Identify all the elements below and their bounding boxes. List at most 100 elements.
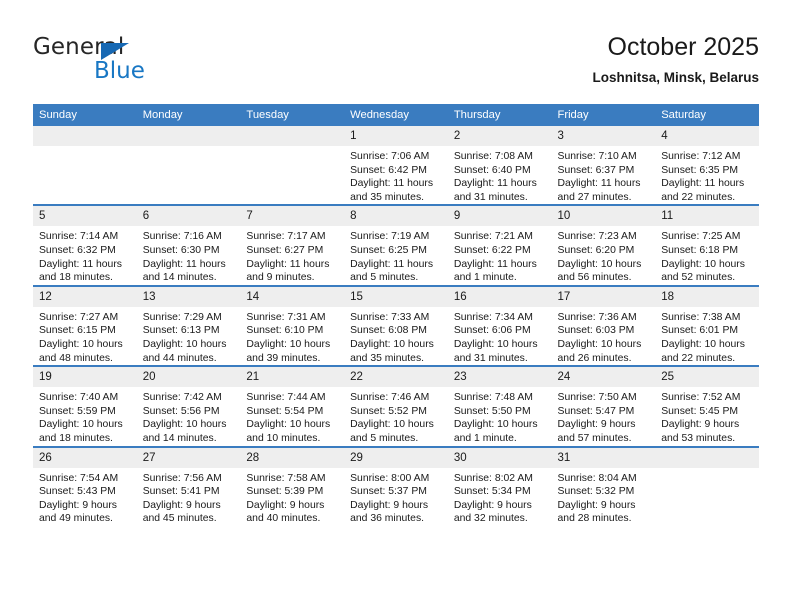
day-details: Sunrise: 7:46 AM Sunset: 5:52 PM Daylight:… bbox=[344, 387, 448, 445]
calendar-day-cell[interactable]: 9 Sunrise: 7:21 AM Sunset: 6:22 PM Daylight… bbox=[447, 204, 552, 286]
daylight-text-line2: and 44 minutes. bbox=[142, 352, 217, 364]
sunrise-text: Sunrise: 7:42 AM bbox=[142, 392, 222, 404]
day-cell-inner: 5 Sunrise: 7:14 AM Sunset: 6:32 PM Daylight… bbox=[33, 206, 137, 284]
calendar-day-cell[interactable]: 17 Sunrise: 7:36 AM Sunset: 6:03 PM Dayligh… bbox=[551, 284, 656, 367]
calendar-day-cell[interactable]: 13 Sunrise: 7:29 AM Sunset: 6:13 PM Dayligh… bbox=[136, 284, 241, 367]
sunrise-text: Sunrise: 8:00 AM bbox=[350, 472, 430, 484]
calendar-day-cell[interactable]: 25 Sunrise: 7:52 AM Sunset: 5:45 PM Dayligh… bbox=[655, 365, 759, 447]
day-details: Sunrise: 7:16 AM Sunset: 6:30 PM Daylight:… bbox=[137, 226, 241, 284]
sunrise-text: Sunrise: 7:34 AM bbox=[453, 311, 533, 323]
sunset-text: Sunset: 5:43 PM bbox=[39, 486, 116, 498]
day-cell-inner: 15 Sunrise: 7:33 AM Sunset: 6:08 PM Dayligh… bbox=[344, 286, 448, 365]
day-details: Sunrise: 7:48 AM Sunset: 5:50 PM Daylight:… bbox=[448, 387, 552, 445]
daylight-text-line2: and 31 minutes. bbox=[453, 191, 528, 203]
sunrise-text: Sunrise: 7:25 AM bbox=[661, 231, 741, 243]
general-blue-logo: General Blue bbox=[33, 34, 213, 88]
sunset-text: Sunset: 5:56 PM bbox=[142, 405, 220, 417]
sunrise-text: Sunrise: 7:54 AM bbox=[39, 472, 119, 484]
calendar-day-cell[interactable]: 2 Sunrise: 7:08 AM Sunset: 6:40 PM Daylight… bbox=[447, 126, 552, 206]
calendar-day-cell[interactable]: 16 Sunrise: 7:34 AM Sunset: 6:06 PM Dayligh… bbox=[447, 284, 552, 367]
sunrise-text: Sunrise: 7:48 AM bbox=[453, 392, 533, 404]
calendar-day-cell[interactable]: 5 Sunrise: 7:14 AM Sunset: 6:32 PM Daylight… bbox=[33, 204, 137, 286]
day-cell-inner: 31 Sunrise: 8:04 AM Sunset: 5:32 PM Dayligh… bbox=[551, 447, 656, 526]
calendar-day-cell[interactable]: 24 Sunrise: 7:50 AM Sunset: 5:47 PM Dayligh… bbox=[551, 365, 656, 447]
calendar-day-cell[interactable]: 27 Sunrise: 7:56 AM Sunset: 5:41 PM Dayligh… bbox=[136, 445, 241, 526]
daylight-text-line2: and 36 minutes. bbox=[350, 513, 425, 525]
calendar-day-cell[interactable]: 18 Sunrise: 7:38 AM Sunset: 6:01 PM Dayligh… bbox=[655, 284, 759, 367]
day-details: Sunrise: 7:44 AM Sunset: 5:54 PM Daylight:… bbox=[240, 387, 344, 445]
calendar-day-cell[interactable]: 29 Sunrise: 8:00 AM Sunset: 5:37 PM Dayligh… bbox=[344, 445, 448, 526]
calendar-week-row: 12 Sunrise: 7:27 AM Sunset: 6:15 PM Dayligh… bbox=[33, 284, 759, 367]
calendar-day-cell[interactable]: 1 Sunrise: 7:06 AM Sunset: 6:42 PM Daylight… bbox=[344, 126, 448, 206]
day-details: Sunrise: 7:21 AM Sunset: 6:22 PM Daylight:… bbox=[448, 226, 552, 284]
daylight-text-line1: Daylight: 10 hours bbox=[39, 338, 123, 350]
calendar-day-cell[interactable]: 6 Sunrise: 7:16 AM Sunset: 6:30 PM Daylight… bbox=[136, 204, 241, 286]
calendar-day-cell[interactable]: 12 Sunrise: 7:27 AM Sunset: 6:15 PM Dayligh… bbox=[33, 284, 137, 367]
sunset-text: Sunset: 6:42 PM bbox=[350, 164, 427, 176]
calendar-day-cell[interactable]: 31 Sunrise: 8:04 AM Sunset: 5:32 PM Dayligh… bbox=[551, 445, 656, 526]
calendar-week-row: 1 Sunrise: 7:06 AM Sunset: 6:42 PM Daylight… bbox=[33, 126, 759, 206]
day-cell-inner: 19 Sunrise: 7:40 AM Sunset: 5:59 PM Dayligh… bbox=[33, 367, 137, 445]
calendar-day-cell[interactable]: 20 Sunrise: 7:42 AM Sunset: 5:56 PM Dayligh… bbox=[136, 365, 241, 447]
day-details: Sunrise: 7:10 AM Sunset: 6:37 PM Daylight:… bbox=[552, 146, 656, 204]
calendar-day-cell[interactable]: 19 Sunrise: 7:40 AM Sunset: 5:59 PM Dayligh… bbox=[33, 365, 137, 447]
daylight-text-line1: Daylight: 10 hours bbox=[661, 258, 745, 270]
day-number bbox=[655, 447, 759, 468]
day-cell-inner: 22 Sunrise: 7:46 AM Sunset: 5:52 PM Dayligh… bbox=[344, 367, 448, 445]
calendar-day-cell[interactable]: 30 Sunrise: 8:02 AM Sunset: 5:34 PM Dayligh… bbox=[447, 445, 552, 526]
sunset-text: Sunset: 5:32 PM bbox=[557, 486, 635, 498]
sunset-text: Sunset: 6:08 PM bbox=[350, 325, 427, 337]
page-subtitle-location: Loshnitsa, Minsk, Belarus bbox=[592, 70, 759, 85]
sunrise-sunset-calendar: Sunday Monday Tuesday Wednesday Thursday… bbox=[33, 104, 759, 526]
day-cell-inner: 10 Sunrise: 7:23 AM Sunset: 6:20 PM Dayligh… bbox=[551, 206, 656, 284]
day-number: 5 bbox=[33, 206, 137, 227]
calendar-day-cell-empty bbox=[136, 126, 241, 206]
calendar-day-cell[interactable]: 4 Sunrise: 7:12 AM Sunset: 6:35 PM Daylight… bbox=[655, 126, 759, 206]
day-details: Sunrise: 7:19 AM Sunset: 6:25 PM Daylight:… bbox=[344, 226, 448, 284]
daylight-text-line2: and 56 minutes. bbox=[557, 272, 632, 284]
day-details: Sunrise: 7:34 AM Sunset: 6:06 PM Daylight:… bbox=[448, 307, 552, 365]
day-cell-inner bbox=[33, 126, 137, 204]
day-number: 19 bbox=[33, 367, 137, 388]
calendar-day-cell[interactable]: 8 Sunrise: 7:19 AM Sunset: 6:25 PM Daylight… bbox=[344, 204, 448, 286]
day-number: 6 bbox=[136, 206, 241, 227]
day-number: 7 bbox=[240, 206, 345, 227]
daylight-text-line1: Daylight: 10 hours bbox=[661, 338, 745, 350]
sunrise-text: Sunrise: 7:58 AM bbox=[246, 472, 326, 484]
day-number: 4 bbox=[655, 126, 759, 146]
day-number: 22 bbox=[344, 367, 448, 388]
sunrise-text: Sunrise: 7:21 AM bbox=[453, 231, 533, 243]
daylight-text-line2: and 32 minutes. bbox=[453, 513, 528, 525]
day-details: Sunrise: 7:50 AM Sunset: 5:47 PM Daylight:… bbox=[552, 387, 656, 445]
calendar-day-cell[interactable]: 14 Sunrise: 7:31 AM Sunset: 6:10 PM Dayligh… bbox=[240, 284, 345, 367]
calendar-day-cell[interactable]: 26 Sunrise: 7:54 AM Sunset: 5:43 PM Dayligh… bbox=[33, 445, 137, 526]
sunrise-text: Sunrise: 7:06 AM bbox=[350, 151, 430, 162]
calendar-header-row: Sunday Monday Tuesday Wednesday Thursday… bbox=[33, 104, 759, 126]
sunset-text: Sunset: 6:06 PM bbox=[453, 325, 531, 337]
sunset-text: Sunset: 6:27 PM bbox=[246, 244, 324, 256]
daylight-text-line2: and 48 minutes. bbox=[39, 352, 113, 364]
day-cell-inner: 18 Sunrise: 7:38 AM Sunset: 6:01 PM Dayligh… bbox=[655, 286, 759, 365]
calendar-day-cell[interactable]: 21 Sunrise: 7:44 AM Sunset: 5:54 PM Dayligh… bbox=[240, 365, 345, 447]
day-details: Sunrise: 8:04 AM Sunset: 5:32 PM Daylight:… bbox=[552, 468, 656, 526]
day-cell-inner: 16 Sunrise: 7:34 AM Sunset: 6:06 PM Dayligh… bbox=[447, 286, 552, 365]
daylight-text-line1: Daylight: 9 hours bbox=[246, 499, 325, 511]
day-cell-inner: 2 Sunrise: 7:08 AM Sunset: 6:40 PM Daylight… bbox=[447, 126, 552, 204]
calendar-day-cell[interactable]: 22 Sunrise: 7:46 AM Sunset: 5:52 PM Dayligh… bbox=[344, 365, 448, 447]
day-details: Sunrise: 7:38 AM Sunset: 6:01 PM Daylight:… bbox=[655, 307, 759, 365]
calendar-day-cell[interactable]: 23 Sunrise: 7:48 AM Sunset: 5:50 PM Dayligh… bbox=[447, 365, 552, 447]
calendar-day-cell[interactable]: 3 Sunrise: 7:10 AM Sunset: 6:37 PM Daylight… bbox=[551, 126, 656, 206]
sunrise-text: Sunrise: 7:10 AM bbox=[557, 151, 637, 162]
day-details: Sunrise: 7:58 AM Sunset: 5:39 PM Daylight:… bbox=[240, 468, 344, 526]
calendar-body: 1 Sunrise: 7:06 AM Sunset: 6:42 PM Daylight… bbox=[33, 126, 759, 526]
day-number: 8 bbox=[344, 206, 448, 227]
calendar-day-cell[interactable]: 7 Sunrise: 7:17 AM Sunset: 6:27 PM Daylight… bbox=[240, 204, 345, 286]
daylight-text-line2: and 9 minutes. bbox=[246, 272, 315, 284]
calendar-day-cell[interactable]: 10 Sunrise: 7:23 AM Sunset: 6:20 PM Dayligh… bbox=[551, 204, 656, 286]
calendar-day-cell[interactable]: 15 Sunrise: 7:33 AM Sunset: 6:08 PM Dayligh… bbox=[344, 284, 448, 367]
calendar-day-cell[interactable]: 11 Sunrise: 7:25 AM Sunset: 6:18 PM Dayligh… bbox=[655, 204, 759, 286]
daylight-text-line2: and 27 minutes. bbox=[557, 191, 632, 203]
day-details: Sunrise: 7:33 AM Sunset: 6:08 PM Daylight:… bbox=[344, 307, 448, 365]
calendar-day-cell[interactable]: 28 Sunrise: 7:58 AM Sunset: 5:39 PM Dayligh… bbox=[240, 445, 345, 526]
daylight-text-line1: Daylight: 10 hours bbox=[39, 419, 123, 431]
